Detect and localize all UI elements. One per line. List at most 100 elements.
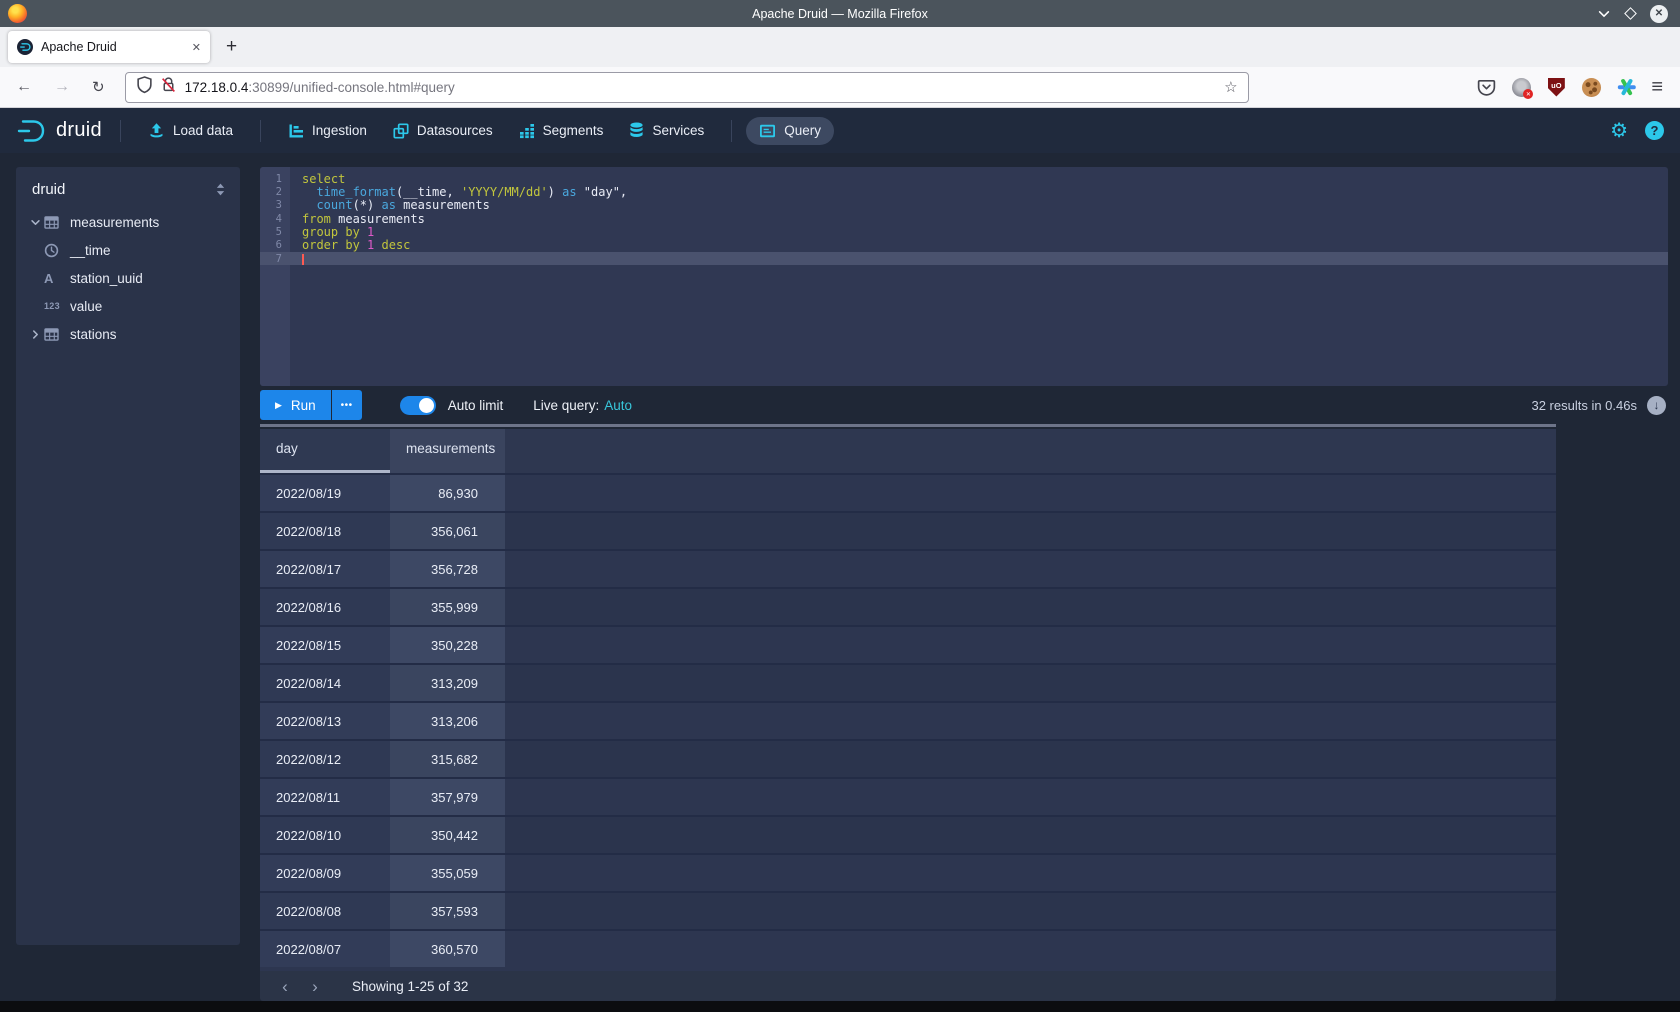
cell-day[interactable]: 2022/08/08	[260, 893, 390, 929]
gear-icon[interactable]: ⚙	[1610, 121, 1628, 141]
browser-toolbar: ← → ↻ 172.18.0.4:30899/unified-console.h…	[0, 67, 1680, 108]
tree-column-station_uuid[interactable]: Astation_uuid	[26, 264, 230, 292]
next-page-button[interactable]: ›	[300, 978, 330, 995]
table-row[interactable]: 2022/08/08357,593	[260, 891, 1556, 929]
cell-measurements[interactable]: 313,206	[390, 703, 505, 739]
url-bar[interactable]: 172.18.0.4:30899/unified-console.html#qu…	[125, 72, 1249, 103]
auto-limit-toggle[interactable]	[400, 396, 436, 415]
cell-day[interactable]: 2022/08/19	[260, 475, 390, 511]
url-text[interactable]: 172.18.0.4:30899/unified-console.html#qu…	[185, 80, 1217, 95]
nav-item-ingestion[interactable]: Ingestion	[275, 117, 380, 145]
table-row[interactable]: 2022/08/10350,442	[260, 815, 1556, 853]
nav-item-query[interactable]: Query	[746, 117, 834, 145]
cookie-extension-icon[interactable]	[1581, 77, 1601, 97]
cell-day[interactable]: 2022/08/15	[260, 627, 390, 663]
schema-selector[interactable]: druid	[26, 177, 230, 208]
tree-item-measurements[interactable]: measurements	[26, 208, 230, 236]
cell-day[interactable]: 2022/08/16	[260, 589, 390, 625]
cell-day[interactable]: 2022/08/13	[260, 703, 390, 739]
table-row[interactable]: 2022/08/15350,228	[260, 625, 1556, 663]
cell-measurements[interactable]: 360,570	[390, 931, 505, 967]
cell-measurements[interactable]: 356,728	[390, 551, 505, 587]
ingestion-icon	[288, 123, 304, 139]
asterisk-extension-icon[interactable]	[1616, 77, 1636, 97]
run-button[interactable]: ▶ Run	[260, 390, 331, 420]
reload-button[interactable]: ↻	[92, 78, 105, 96]
cell-day[interactable]: 2022/08/09	[260, 855, 390, 891]
window-minimize-icon[interactable]	[1597, 7, 1611, 21]
cell-measurements[interactable]: 357,979	[390, 779, 505, 815]
cell-measurements-value: 357,979	[406, 790, 478, 805]
cell-day[interactable]: 2022/08/14	[260, 665, 390, 701]
cell-measurements[interactable]: 356,061	[390, 513, 505, 549]
time-icon	[44, 243, 68, 258]
table-row[interactable]: 2022/08/09 355,059	[260, 853, 1556, 891]
tree-column-__time[interactable]: __time	[26, 236, 230, 264]
code-line: time_format(__time, 'YYYY/MM/dd') as "da…	[290, 185, 627, 199]
shield-icon[interactable]	[136, 76, 153, 99]
back-button[interactable]: ←	[16, 78, 32, 96]
cell-day[interactable]: 2022/08/17	[260, 551, 390, 587]
forward-button[interactable]: →	[54, 78, 70, 96]
druid-logo-icon	[16, 118, 50, 144]
tab-apache-druid[interactable]: Apache Druid ✕	[8, 31, 210, 63]
table-row[interactable]: 2022/08/12315,682	[260, 739, 1556, 777]
cell-measurements[interactable]: 355,059	[390, 855, 505, 891]
window-title: Apache Druid — Mozilla Firefox	[0, 7, 1680, 21]
run-more-button[interactable]: •••	[332, 390, 362, 420]
column-header-measurements[interactable]: measurements	[390, 429, 505, 473]
cell-filler	[505, 513, 1556, 549]
live-query[interactable]: Live query:Auto	[533, 398, 632, 413]
new-tab-button[interactable]: +	[226, 36, 237, 58]
token: measurements	[396, 198, 490, 212]
table-row[interactable]: 2022/08/18356,061	[260, 511, 1556, 549]
chevron-right-icon[interactable]	[26, 329, 44, 340]
help-icon[interactable]: ?	[1645, 121, 1664, 140]
tree-column-value[interactable]: 123value	[26, 292, 230, 320]
chevron-down-icon[interactable]	[26, 217, 44, 228]
bookmark-star-icon[interactable]: ☆	[1224, 78, 1237, 96]
cell-filler	[505, 703, 1556, 739]
pocket-icon[interactable]	[1476, 77, 1496, 97]
extension-disabled-icon[interactable]: ✕	[1511, 77, 1531, 97]
menu-icon[interactable]: ≡	[1651, 76, 1663, 99]
cell-day[interactable]: 2022/08/12	[260, 741, 390, 777]
cell-measurements[interactable]: 350,228	[390, 627, 505, 663]
panel-splitter[interactable]	[260, 424, 1556, 427]
cell-day[interactable]: 2022/08/11	[260, 779, 390, 815]
column-header-day[interactable]: day	[260, 429, 390, 473]
cell-measurements[interactable]: 350,442	[390, 817, 505, 853]
nav-item-services[interactable]: Services	[616, 116, 717, 145]
ublock-origin-icon[interactable]: uO	[1546, 77, 1566, 97]
cell-measurements[interactable]: 86,930	[390, 475, 505, 511]
download-icon[interactable]: ↓	[1647, 396, 1666, 415]
table-row[interactable]: 2022/08/07360,570	[260, 929, 1556, 967]
code-line: count(*) as measurements	[290, 198, 490, 212]
cell-day[interactable]: 2022/08/10	[260, 817, 390, 853]
table-row[interactable]: 2022/08/1986,930	[260, 473, 1556, 511]
cell-measurements-value: 355,059	[406, 866, 478, 881]
nav-item-datasources[interactable]: Datasources	[380, 117, 506, 145]
table-row[interactable]: 2022/08/13313,206	[260, 701, 1556, 739]
tab-close-icon[interactable]: ✕	[192, 41, 201, 54]
druid-logo[interactable]: druid	[16, 118, 102, 144]
cell-measurements[interactable]: 313,209	[390, 665, 505, 701]
nav-item-segments[interactable]: Segments	[506, 117, 617, 145]
cell-measurements[interactable]: 355,999	[390, 589, 505, 625]
table-row[interactable]: 2022/08/14313,209	[260, 663, 1556, 701]
cell-day[interactable]: 2022/08/18	[260, 513, 390, 549]
table-row[interactable]: 2022/08/17356,728	[260, 549, 1556, 587]
cell-measurements[interactable]: 357,593	[390, 893, 505, 929]
window-maximize-icon[interactable]	[1626, 9, 1635, 18]
table-row[interactable]: 2022/08/16355,999	[260, 587, 1556, 625]
prev-page-button[interactable]: ‹	[270, 978, 300, 995]
sql-editor[interactable]: 1select2 time_format(__time, 'YYYY/MM/dd…	[260, 167, 1668, 386]
nav-item-load-data[interactable]: Load data	[135, 116, 246, 145]
window-close-icon[interactable]: ✕	[1650, 5, 1668, 23]
insecure-lock-icon[interactable]	[160, 76, 177, 98]
schema-name: druid	[32, 181, 65, 198]
cell-day[interactable]: 2022/08/07	[260, 931, 390, 967]
tree-item-stations[interactable]: stations	[26, 320, 230, 348]
cell-measurements[interactable]: 315,682	[390, 741, 505, 777]
table-row[interactable]: 2022/08/11 357,979	[260, 777, 1556, 815]
